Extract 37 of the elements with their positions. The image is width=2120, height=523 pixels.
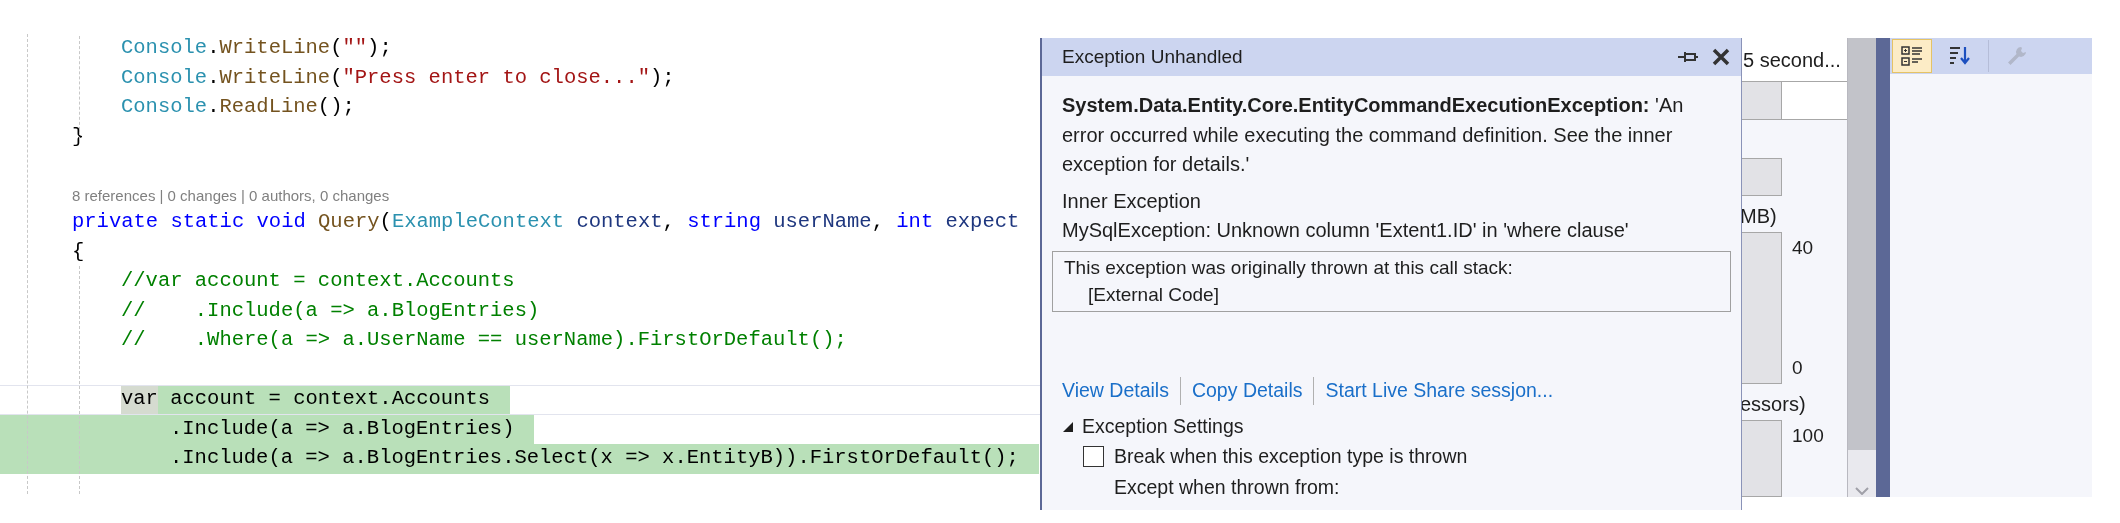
link[interactable]: View Details (1062, 375, 1169, 406)
highlighted-code-line: .Include(a => a.BlogEntries.Select(x => x.EntityB)).FirstOrDefault(); (170, 445, 1019, 472)
code-lens-text[interactable]: 8 references | 0 changes | 0 authors, 0 changes (72, 184, 390, 208)
wrench-icon (2005, 44, 2029, 68)
code-line: // .Include(a => a.BlogEntries) (121, 297, 540, 324)
inner-exception-title: Inner Exception (1062, 188, 1202, 214)
code-line: //var account = context.Accounts (121, 268, 515, 295)
axis-max-label: 40 (1792, 236, 1814, 260)
chart-title: MB) (1740, 204, 1778, 228)
timeline-bar (1740, 158, 1782, 196)
code-line: Console.WriteLine("Press enter to close..."); (121, 64, 675, 91)
checkbox-label: Break when this exception type is thrown (1114, 443, 1468, 469)
popup-title: Exception Unhandled (1062, 44, 1244, 69)
inner-exception-message: MySqlException: Unknown column 'Extent1.ID' in 'where clause' (1062, 217, 1630, 243)
code-line: private static void Query(ExampleContext context, string userName, int expect (72, 209, 1020, 236)
axis-min-label: 0 (1792, 355, 1804, 380)
link[interactable]: Copy Details (1191, 375, 1303, 406)
code-line: Console.WriteLine(""); (121, 35, 392, 62)
exception-message: System.Data.Entity.Core.EntityCommandExecutionException: 'An error occurred while executing the command definition. See the inner exception for details.' (1062, 93, 1685, 177)
code-line: { (72, 238, 85, 265)
categorized-icon (1900, 44, 1924, 68)
checkbox[interactable] (1083, 446, 1104, 467)
call-stack-frame: [External Code] (1064, 281, 1719, 308)
diagnostics-header: 5 second... (1740, 38, 1847, 82)
except-label: Except when thrown from: (1113, 474, 1341, 500)
link[interactable]: Start Live Share sessjon... (1325, 375, 1554, 406)
close-icon[interactable] (1711, 47, 1731, 67)
pin-icon[interactable] (1677, 50, 1699, 64)
categorized-button[interactable] (1892, 39, 1932, 73)
expanded-triangle-icon[interactable] (1062, 420, 1074, 433)
section-title[interactable]: Exception Settings (1082, 411, 1244, 442)
highlighted-code-line: .Include(a => a.BlogEntries) (170, 415, 515, 442)
code-line: // .Where(a => a.UserName == userName).FirstOrDefault(); (121, 327, 847, 354)
chart-title: essors) (1740, 392, 1807, 416)
code-line: Console.ReadLine(); (121, 94, 355, 121)
call-stack-header: This exception was originally thrown at this call stack: (1064, 255, 1514, 280)
axis-max-label: 100 (1792, 424, 1824, 448)
